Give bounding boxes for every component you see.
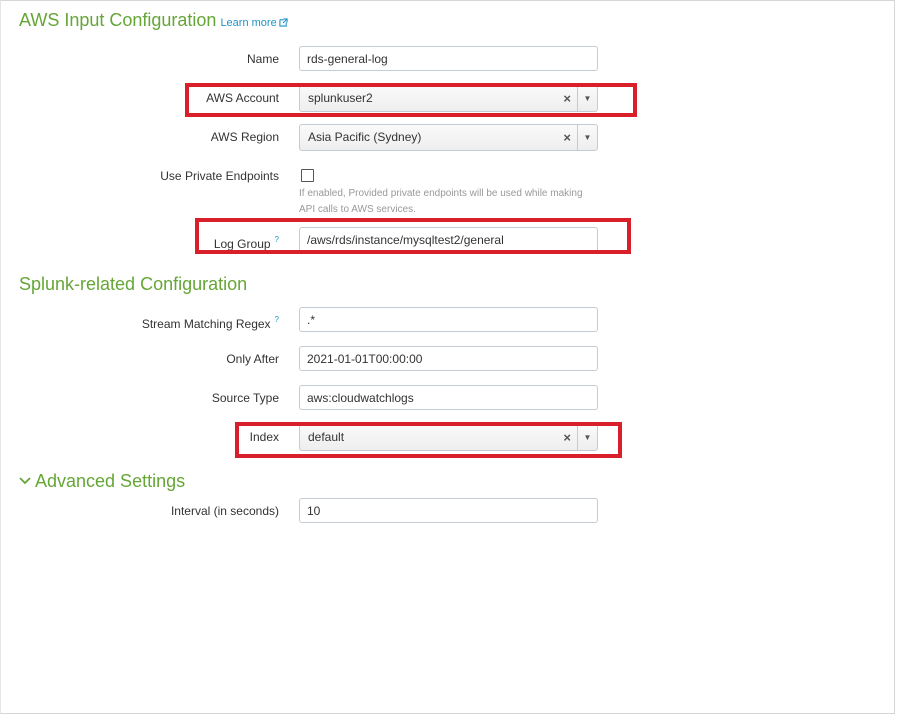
splunk-section-title: Splunk-related Configuration <box>19 274 248 294</box>
help-line-1: If enabled, Provided private endpoints w… <box>299 188 583 199</box>
stream-regex-label: Stream Matching Regex? <box>142 312 279 332</box>
external-link-icon <box>279 18 288 27</box>
aws-input-title-text: AWS Input Configuration <box>19 10 217 30</box>
stream-regex-label-text: Stream Matching Regex <box>141 317 271 331</box>
stream-regex-input[interactable] <box>299 307 598 332</box>
highlight-index <box>235 422 622 458</box>
highlight-aws-account <box>185 83 637 117</box>
dropdown-arrow-icon[interactable]: ▼ <box>577 125 597 150</box>
aws-region-select[interactable]: Asia Pacific (Sydney) × ▼ <box>299 124 598 151</box>
private-endpoints-label: Use Private Endpoints <box>160 169 279 183</box>
advanced-settings-toggle[interactable]: Advanced Settings <box>19 470 185 492</box>
source-type-label: Source Type <box>211 391 279 405</box>
learn-more-text: Learn more <box>220 17 277 29</box>
aws-region-value: Asia Pacific (Sydney) <box>308 130 422 144</box>
source-type-input[interactable] <box>299 385 598 410</box>
chevron-down-icon <box>19 477 31 485</box>
learn-more-link[interactable]: Learn more <box>220 17 288 29</box>
clear-icon[interactable]: × <box>563 125 571 150</box>
advanced-settings-title: Advanced Settings <box>35 471 186 491</box>
interval-label: Interval (in seconds) <box>170 504 279 518</box>
help-icon[interactable]: ? <box>275 315 279 324</box>
name-input[interactable] <box>299 46 598 71</box>
private-endpoints-help: If enabled, Provided private endpoints w… <box>299 186 609 218</box>
highlight-log-group <box>195 218 631 254</box>
private-endpoints-checkbox[interactable] <box>301 169 314 182</box>
interval-input[interactable] <box>299 498 598 523</box>
only-after-input[interactable] <box>299 346 598 371</box>
aws-input-section-title: AWS Input Configuration Learn more <box>19 9 288 34</box>
name-label: Name <box>246 52 279 66</box>
only-after-label: Only After <box>226 352 279 366</box>
aws-region-label: AWS Region <box>210 130 279 144</box>
help-line-2: API calls to AWS services. <box>299 204 416 215</box>
